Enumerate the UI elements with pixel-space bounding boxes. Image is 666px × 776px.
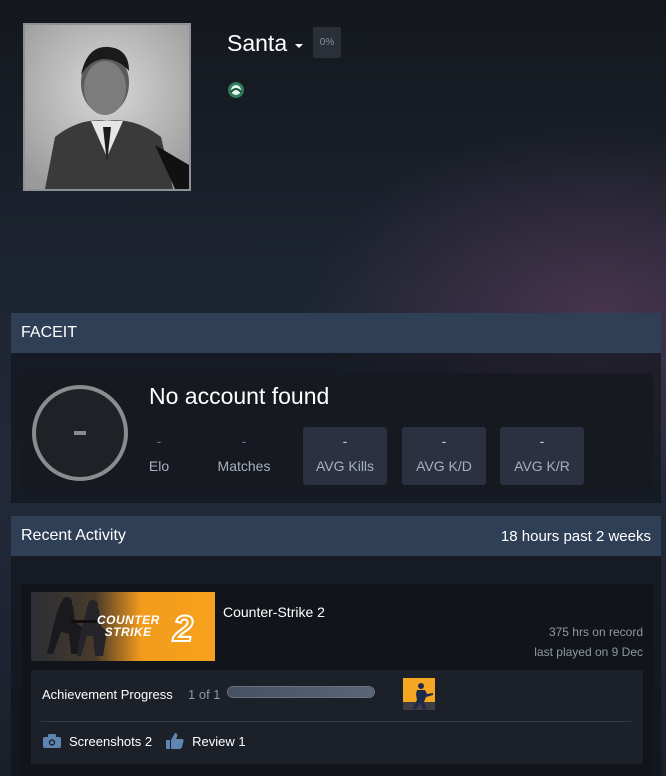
camera-icon bbox=[43, 734, 61, 748]
faceit-panel: FACEIT No account found - Elo - Matches … bbox=[11, 313, 661, 503]
badge-icon[interactable] bbox=[226, 80, 246, 100]
stat-value: - bbox=[241, 433, 247, 449]
caret-down-icon[interactable] bbox=[295, 44, 303, 48]
stat-value: - bbox=[156, 433, 162, 449]
screenshots-label: Screenshots 2 bbox=[69, 733, 153, 749]
review-link[interactable]: Review 1 bbox=[166, 733, 246, 749]
stat-elo: - Elo bbox=[117, 427, 201, 485]
level-placeholder bbox=[74, 431, 86, 435]
last-played: last played on 9 Dec bbox=[534, 645, 643, 659]
game-name[interactable]: Counter-Strike 2 bbox=[223, 604, 325, 620]
faceit-title: FACEIT bbox=[21, 324, 78, 341]
stat-avg-kd: - AVG K/D bbox=[402, 427, 486, 485]
stat-avg-kr: - AVG K/R bbox=[500, 427, 584, 485]
achievement-count: 1 of 1 bbox=[188, 687, 221, 702]
stat-matches: - Matches bbox=[202, 427, 286, 485]
avatar-photo bbox=[25, 25, 189, 189]
activity-summary: 18 hours past 2 weeks bbox=[500, 527, 651, 545]
capsule-number: 2 bbox=[172, 607, 194, 650]
faceit-status: No account found bbox=[149, 383, 330, 409]
stat-label: AVG Kills bbox=[315, 458, 375, 474]
hours-on-record: 375 hrs on record bbox=[548, 625, 643, 639]
stat-value: - bbox=[441, 433, 447, 449]
achievement-progress-bar bbox=[227, 686, 375, 698]
persona-name: Santa bbox=[227, 30, 288, 56]
game-card: COUNTER STRIKE 2 Counter-Strike 2 375 hr… bbox=[21, 584, 653, 776]
stat-label: AVG K/D bbox=[416, 458, 472, 474]
faceit-level-ring bbox=[32, 385, 128, 481]
stat-label: Matches bbox=[217, 458, 271, 474]
activity-title[interactable]: Recent Activity bbox=[21, 527, 126, 545]
stat-value: - bbox=[342, 433, 348, 449]
achievement-label[interactable]: Achievement Progress bbox=[42, 687, 173, 702]
stat-label: AVG K/R bbox=[514, 458, 570, 474]
screenshots-link[interactable]: Screenshots 2 bbox=[43, 734, 152, 749]
stat-label: Elo bbox=[148, 458, 170, 474]
stat-value: - bbox=[539, 433, 545, 449]
thumbs-up-icon bbox=[166, 733, 184, 749]
recent-activity-panel: Recent Activity 18 hours past 2 weeks CO… bbox=[11, 516, 661, 776]
achievement-box: Achievement Progress 1 of 1 Screenshots … bbox=[31, 670, 643, 764]
game-capsule[interactable]: COUNTER STRIKE 2 bbox=[31, 592, 215, 661]
faceit-card: No account found - Elo - Matches - AVG K… bbox=[21, 373, 653, 493]
stat-avg-kills: - AVG Kills bbox=[303, 427, 387, 485]
review-label: Review 1 bbox=[192, 733, 246, 749]
divider bbox=[41, 721, 631, 722]
achievement-progress-fill bbox=[228, 687, 374, 697]
activity-header: Recent Activity 18 hours past 2 weeks bbox=[11, 516, 661, 556]
cs-achievement-icon[interactable] bbox=[403, 678, 435, 710]
completion-badge: 0% bbox=[313, 27, 341, 58]
activity-links: Screenshots 2 Review 1 bbox=[43, 733, 260, 749]
faceit-header: FACEIT bbox=[11, 313, 661, 353]
profile-avatar[interactable] bbox=[23, 23, 191, 191]
capsule-logo: COUNTER STRIKE bbox=[97, 613, 160, 639]
